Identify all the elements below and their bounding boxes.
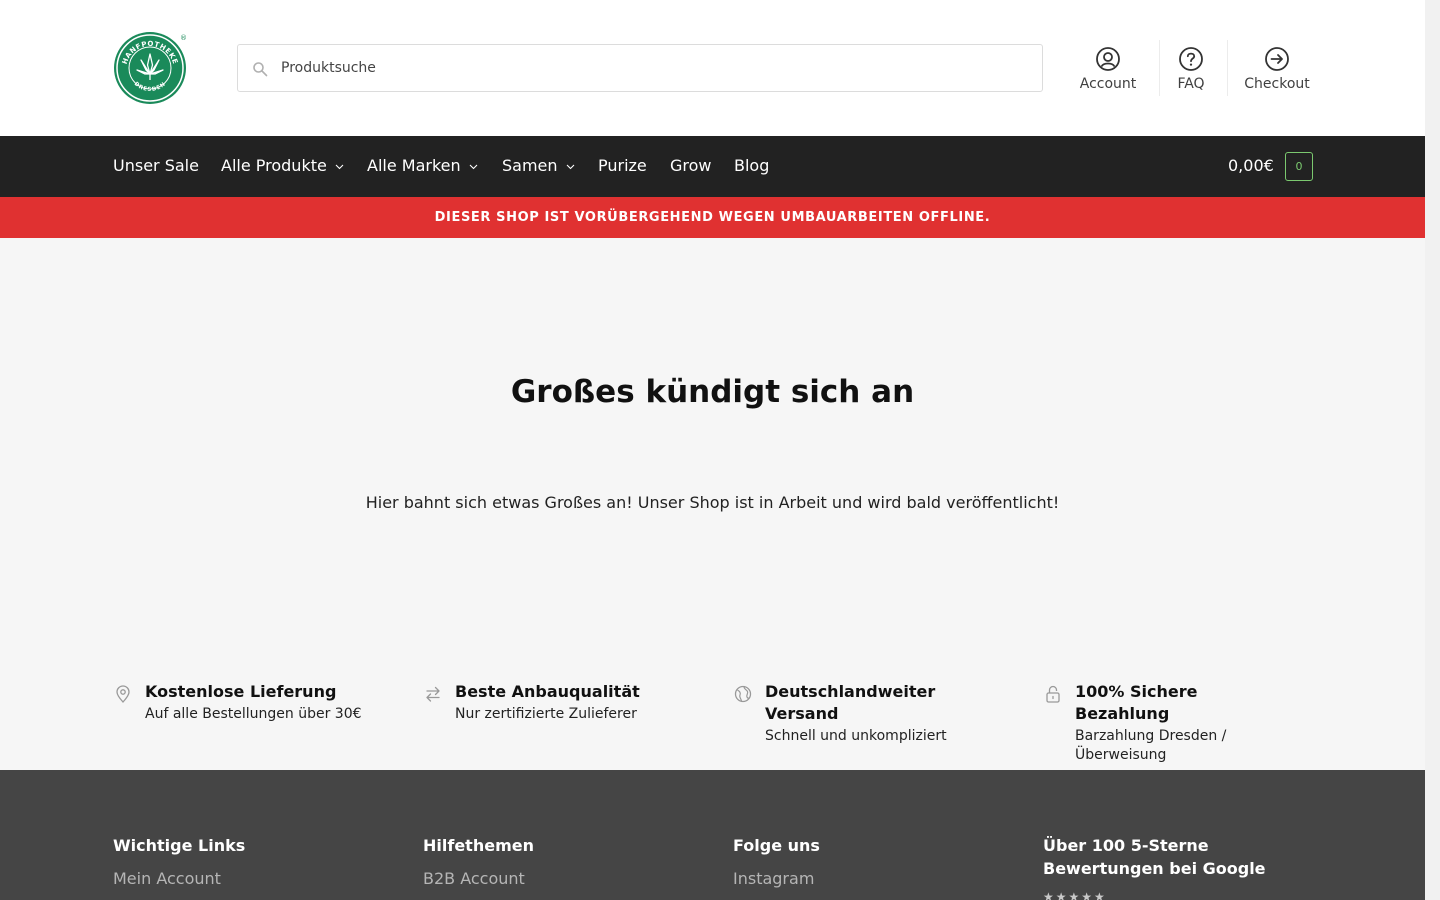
faq-label: FAQ [1177, 76, 1205, 92]
chevron-down-icon [566, 164, 574, 169]
nav-item-label: Blog [734, 156, 770, 175]
feature-item: 100% Sichere Bezahlung Barzahlung Dresde… [1043, 681, 1293, 765]
page-scrollbar[interactable] [1425, 0, 1440, 900]
cart-count-badge[interactable]: 0 [1285, 152, 1313, 181]
feature-subtitle: Auf alle Bestellungen über 30€ [145, 706, 362, 722]
page-subline: Hier bahnt sich etwas Großes an! Unser S… [365, 493, 1060, 512]
nav-item-label: Purize [598, 156, 647, 175]
nav-item-blog[interactable]: Blog [734, 156, 769, 175]
search-icon [253, 62, 268, 77]
nav-item-label: Alle Marken [367, 156, 461, 175]
product-search[interactable] [237, 44, 1043, 92]
site-footer: Wichtige Links Mein Account Hilfethemen … [0, 770, 1425, 900]
page-headline: Großes kündigt sich an [510, 374, 915, 410]
footer-heading: Hilfethemen [423, 836, 534, 855]
feature-title: 100% Sichere Bezahlung [1075, 682, 1198, 723]
feature-title: Beste Anbauqualität [455, 682, 640, 701]
checkout-link[interactable]: Checkout [1240, 40, 1314, 96]
feature-item: Deutschlandweiter Versand Schnell und un… [733, 681, 1013, 746]
maintenance-notice: DIESER SHOP IST VORÜBERGEHEND WEGEN UMBA… [0, 197, 1425, 238]
location-pin-icon [116, 685, 130, 703]
feature-subtitle: Barzahlung Dresden / Überweisung [1075, 728, 1227, 763]
feature-item: Beste Anbauqualität Nur zertifizierte Zu… [423, 681, 703, 724]
arrows-exchange-icon [426, 686, 440, 702]
user-icon [1096, 47, 1120, 71]
faq-link[interactable]: FAQ [1170, 40, 1212, 96]
footer-link-instagram[interactable]: Instagram [733, 869, 973, 888]
nav-item-label: Samen [502, 156, 558, 175]
footer-column: Über 100 5-Sterne Bewertungen bei Google… [1043, 834, 1273, 900]
site-logo[interactable]: HANFPOTHEKE DRESDEN ® [113, 30, 189, 106]
header-divider [1159, 40, 1160, 96]
checkout-label: Checkout [1244, 76, 1310, 92]
main-content: Großes kündigt sich an Hier bahnt sich e… [0, 238, 1425, 770]
nav-item-alle-marken[interactable]: Alle Marken [367, 156, 478, 175]
main-navigation: Unser Sale Alle Produkte Alle Marken Sam… [0, 136, 1425, 197]
feature-title: Deutschlandweiter Versand [765, 682, 936, 723]
footer-column: Hilfethemen B2B Account [423, 834, 663, 888]
svg-text:®: ® [180, 34, 187, 42]
page: HANFPOTHEKE DRESDEN ® Produktsuche Accou… [0, 0, 1425, 900]
feature-item: Kostenlose Lieferung Auf alle Bestellung… [113, 681, 393, 724]
nav-item-label: Alle Produkte [221, 156, 327, 175]
nav-item-purize[interactable]: Purize [598, 156, 647, 175]
account-link[interactable]: Account [1078, 40, 1138, 96]
arrow-right-circle-icon [1265, 47, 1289, 71]
cart-total[interactable]: 0,00€ [1228, 156, 1274, 175]
header-divider [1227, 40, 1228, 96]
rating-stars: ★★★★★ [1043, 890, 1107, 900]
feature-subtitle: Nur zertifizierte Zulieferer [455, 706, 637, 722]
nav-item-samen[interactable]: Samen [502, 156, 575, 175]
feature-title: Kostenlose Lieferung [145, 682, 337, 701]
footer-heading: Wichtige Links [113, 836, 246, 855]
logo-emblem: HANFPOTHEKE DRESDEN ® [114, 32, 187, 104]
footer-link-b2b-account[interactable]: B2B Account [423, 869, 663, 888]
site-header: HANFPOTHEKE DRESDEN ® Produktsuche Accou… [0, 0, 1425, 136]
footer-column: Wichtige Links Mein Account [113, 834, 353, 888]
nav-item-grow[interactable]: Grow [670, 156, 712, 175]
footer-link-mein-account[interactable]: Mein Account [113, 869, 353, 888]
account-label: Account [1079, 76, 1137, 92]
nav-item-unser-sale[interactable]: Unser Sale [113, 156, 199, 175]
footer-column: Folge uns Instagram [733, 834, 973, 888]
help-icon [1179, 47, 1203, 71]
chevron-down-icon [469, 164, 478, 169]
feature-subtitle: Schnell und unkompliziert [765, 728, 947, 744]
chevron-down-icon [335, 164, 344, 169]
lock-icon [1046, 685, 1060, 703]
nav-item-label: Grow [670, 156, 712, 175]
search-input[interactable] [281, 60, 1021, 76]
footer-heading: Über 100 5-Sterne Bewertungen bei Google [1043, 836, 1266, 878]
nav-item-label: Unser Sale [113, 156, 199, 175]
globe-icon [734, 685, 752, 703]
footer-heading: Folge uns [733, 836, 820, 855]
nav-item-alle-produkte[interactable]: Alle Produkte [221, 156, 344, 175]
